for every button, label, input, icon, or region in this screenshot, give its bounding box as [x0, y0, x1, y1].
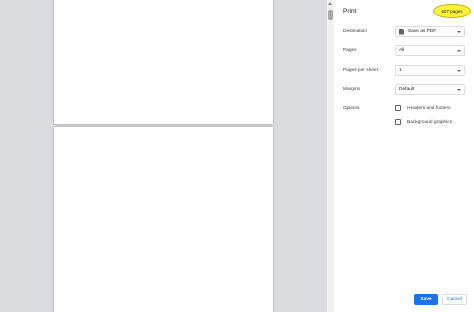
- headers-footers-option[interactable]: Headers and footers: [395, 105, 450, 111]
- print-settings-panel: Print 507 pages Destination Save as PDF …: [334, 0, 474, 312]
- cancel-button[interactable]: Cancel: [442, 294, 467, 305]
- pages-select[interactable]: All: [395, 45, 465, 56]
- headers-footers-label: Headers and footers: [407, 105, 451, 111]
- pdf-document-icon: [399, 28, 404, 35]
- scroll-up-arrow-icon[interactable]: [328, 2, 332, 5]
- pages-per-sheet-label: Pages per sheet: [343, 68, 378, 73]
- chevron-down-icon: [457, 88, 461, 91]
- headers-footers-checkbox[interactable]: [395, 105, 401, 111]
- margins-value: Default: [399, 87, 415, 92]
- page-count-label: 507 pages: [441, 8, 463, 14]
- pages-per-sheet-select[interactable]: 1: [395, 65, 465, 76]
- destination-label: Destination: [343, 29, 367, 34]
- print-preview-area: [0, 0, 327, 312]
- pages-label: Pages: [343, 48, 357, 53]
- page-count-badge: 507 pages: [433, 4, 471, 18]
- options-label: Options: [343, 106, 360, 111]
- scroll-thumb[interactable]: [328, 10, 333, 20]
- background-graphics-checkbox[interactable]: [395, 119, 401, 125]
- margins-select[interactable]: Default: [395, 84, 465, 95]
- pages-per-sheet-value: 1: [399, 68, 402, 73]
- save-button[interactable]: Save: [414, 294, 438, 305]
- pages-value: All: [399, 48, 405, 53]
- chevron-down-icon: [457, 49, 461, 52]
- background-graphics-option[interactable]: Background graphics: [395, 119, 452, 125]
- background-graphics-label: Background graphics: [407, 119, 453, 125]
- preview-scrollbar[interactable]: [327, 0, 334, 312]
- margins-label: Margins: [343, 87, 361, 92]
- destination-select[interactable]: Save as PDF: [395, 26, 465, 37]
- preview-page: [54, 0, 273, 124]
- chevron-down-icon: [457, 69, 461, 72]
- dialog-title: Print: [343, 8, 357, 15]
- destination-value: Save as PDF: [408, 29, 437, 34]
- preview-page: [54, 127, 273, 312]
- chevron-down-icon: [457, 30, 461, 33]
